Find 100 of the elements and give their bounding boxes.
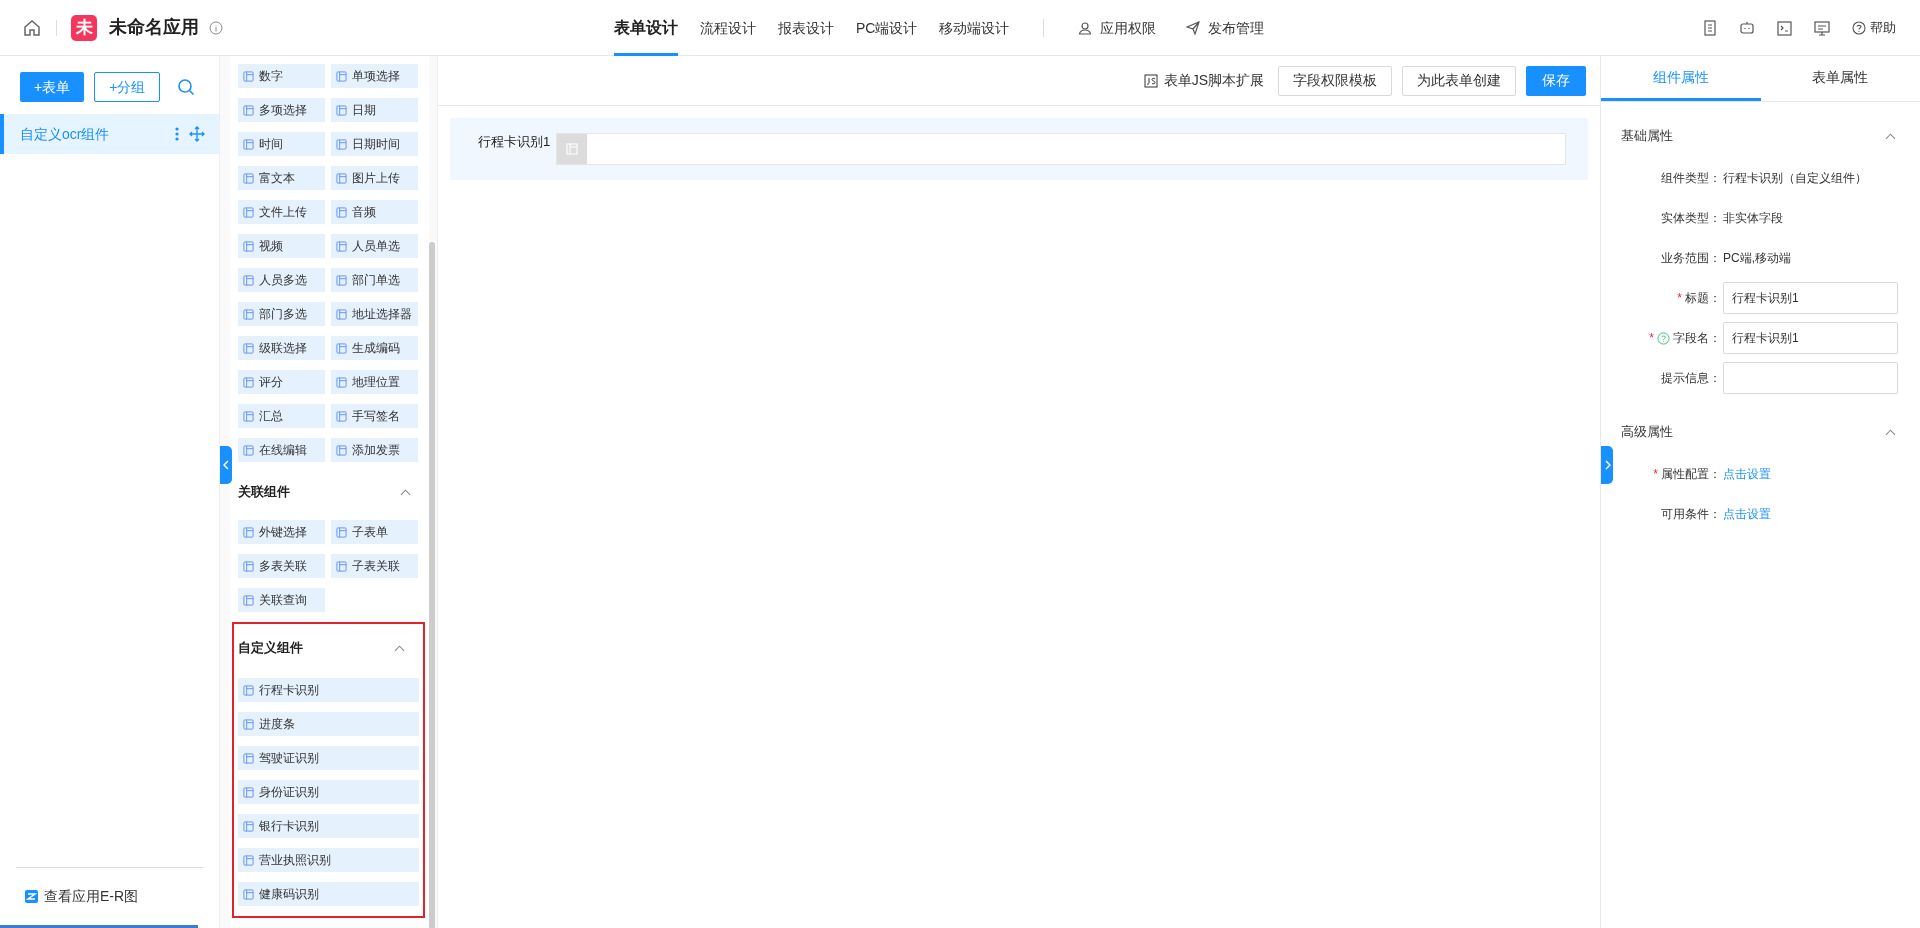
chevron-up-icon[interactable] bbox=[394, 644, 405, 652]
panel-icon bbox=[243, 888, 254, 900]
component-chip[interactable]: 地理位置 bbox=[331, 370, 418, 394]
chevron-up-icon[interactable] bbox=[400, 488, 411, 496]
component-chip[interactable]: 音频 bbox=[331, 200, 418, 224]
home-icon[interactable] bbox=[22, 17, 42, 38]
info-icon[interactable] bbox=[209, 20, 223, 35]
component-chip[interactable]: 手写签名 bbox=[331, 404, 418, 428]
panel-icon bbox=[336, 104, 347, 116]
toolbar-button[interactable]: 为此表单创建 bbox=[1402, 65, 1516, 96]
move-icon[interactable] bbox=[189, 126, 205, 142]
component-chip[interactable]: 驾驶证识别 bbox=[238, 746, 419, 770]
expand-handle[interactable] bbox=[1601, 446, 1613, 484]
nav-tab[interactable]: PC端设计 bbox=[856, 0, 918, 56]
component-chip[interactable]: 添加发票 bbox=[331, 438, 418, 462]
component-chip[interactable]: 视频 bbox=[238, 234, 325, 258]
component-chip[interactable]: 身份证识别 bbox=[238, 780, 419, 804]
panel-icon bbox=[336, 308, 347, 320]
monitor-icon[interactable] bbox=[1814, 20, 1830, 36]
input-field[interactable]: 行程卡识别1 bbox=[1723, 322, 1898, 354]
document-icon[interactable] bbox=[1703, 20, 1717, 36]
nav-tab[interactable]: 表单设计 bbox=[614, 0, 678, 56]
panel-icon bbox=[243, 206, 254, 218]
input-field[interactable]: 行程卡识别1 bbox=[1723, 282, 1898, 314]
component-chip[interactable]: 人员多选 bbox=[238, 268, 325, 292]
component-chip[interactable]: 关联查询 bbox=[238, 588, 325, 612]
required-mark: * bbox=[1649, 330, 1654, 347]
terminal-icon[interactable] bbox=[1777, 20, 1792, 36]
panel-icon bbox=[243, 376, 254, 388]
nav-tab[interactable]: 流程设计 bbox=[700, 0, 756, 56]
panel-icon bbox=[243, 70, 254, 82]
panel-icon bbox=[336, 342, 347, 354]
panel-icon bbox=[243, 820, 254, 832]
component-chip[interactable]: 日期时间 bbox=[331, 132, 418, 156]
component-chip[interactable]: 多项选择 bbox=[238, 98, 325, 122]
nav-action[interactable]: 发布管理 bbox=[1186, 17, 1265, 39]
component-chip[interactable]: 人员单选 bbox=[331, 234, 418, 258]
robot-icon[interactable] bbox=[1739, 20, 1755, 36]
panel-icon bbox=[336, 206, 347, 218]
component-chip[interactable]: 健康码识别 bbox=[238, 882, 419, 906]
property-value: 非实体字段 bbox=[1723, 210, 1783, 227]
panel-icon bbox=[243, 274, 254, 286]
input-field[interactable] bbox=[556, 133, 1566, 165]
component-chip[interactable]: 子表关联 bbox=[331, 554, 418, 578]
chevron-right-icon bbox=[1603, 460, 1611, 470]
form-field-row[interactable]: 行程卡识别1 bbox=[450, 118, 1588, 180]
component-chip[interactable]: 部门单选 bbox=[331, 268, 418, 292]
er-diagram-link[interactable]: 查看应用E-R图 bbox=[44, 886, 139, 907]
nav-tab[interactable]: 报表设计 bbox=[778, 0, 834, 56]
section-title: 关联组件 bbox=[238, 483, 290, 502]
property-label: 可用条件： bbox=[1661, 506, 1721, 523]
component-chip[interactable]: 评分 bbox=[238, 370, 325, 394]
toolbar-button[interactable]: 字段权限模板 bbox=[1278, 65, 1392, 96]
component-chip[interactable]: 文件上传 bbox=[238, 200, 325, 224]
panel-icon bbox=[243, 342, 254, 354]
nav-tab[interactable]: 移动端设计 bbox=[939, 0, 1010, 56]
panel-icon bbox=[336, 526, 347, 538]
component-chip[interactable]: 银行卡识别 bbox=[238, 814, 419, 838]
component-chip[interactable]: 日期 bbox=[331, 98, 418, 122]
component-chip[interactable]: 汇总 bbox=[238, 404, 325, 428]
help-button[interactable]: 帮助 bbox=[1852, 18, 1896, 38]
more-icon[interactable] bbox=[175, 127, 179, 141]
component-chip[interactable]: 子表单 bbox=[331, 520, 418, 544]
property-label: 标题： bbox=[1685, 290, 1721, 307]
component-chip[interactable]: 级联选择 bbox=[238, 336, 325, 360]
panel-icon bbox=[243, 104, 254, 116]
panel-icon bbox=[243, 752, 254, 764]
script-link[interactable]: 表单JS脚本扩展 bbox=[1139, 65, 1268, 96]
panel-icon bbox=[243, 718, 254, 730]
property-label: 属性配置： bbox=[1661, 466, 1721, 483]
component-chip[interactable]: 富文本 bbox=[238, 166, 325, 190]
panel-icon bbox=[336, 172, 347, 184]
property-label: 提示信息： bbox=[1661, 370, 1721, 387]
panel-icon bbox=[336, 444, 347, 456]
component-chip[interactable]: 部门多选 bbox=[238, 302, 325, 326]
component-chip[interactable]: 时间 bbox=[238, 132, 325, 156]
property-value: PC端,移动端 bbox=[1723, 250, 1791, 267]
component-chip[interactable]: 单项选择 bbox=[331, 64, 418, 88]
component-chip[interactable]: 进度条 bbox=[238, 712, 419, 736]
component-chip[interactable]: 行程卡识别 bbox=[238, 678, 419, 702]
component-chip[interactable]: 图片上传 bbox=[331, 166, 418, 190]
component-chip[interactable]: 外键选择 bbox=[238, 520, 325, 544]
search-icon[interactable] bbox=[177, 78, 195, 96]
component-chip[interactable]: 数字 bbox=[238, 64, 325, 88]
property-label: 字段名： bbox=[1673, 330, 1721, 347]
panel-icon bbox=[243, 526, 254, 538]
component-chip[interactable]: 多表关联 bbox=[238, 554, 325, 578]
component-chip[interactable]: 在线编辑 bbox=[238, 438, 325, 462]
chevron-up-icon[interactable] bbox=[1885, 132, 1896, 140]
component-chip[interactable]: 生成编码 bbox=[331, 336, 418, 360]
input-field[interactable] bbox=[1723, 362, 1898, 394]
collapse-handle[interactable] bbox=[220, 446, 232, 484]
panel-icon bbox=[243, 444, 254, 456]
component-chip[interactable]: 地址选择器 bbox=[331, 302, 418, 326]
component-chip[interactable]: 营业执照识别 bbox=[238, 848, 419, 872]
chevron-up-icon[interactable] bbox=[1885, 428, 1896, 436]
nav-action[interactable]: 应用权限 bbox=[1078, 17, 1157, 39]
panel-icon bbox=[243, 172, 254, 184]
panel-tab[interactable]: 表单属性 bbox=[1760, 56, 1920, 101]
scrollbar-thumb[interactable] bbox=[429, 242, 435, 928]
